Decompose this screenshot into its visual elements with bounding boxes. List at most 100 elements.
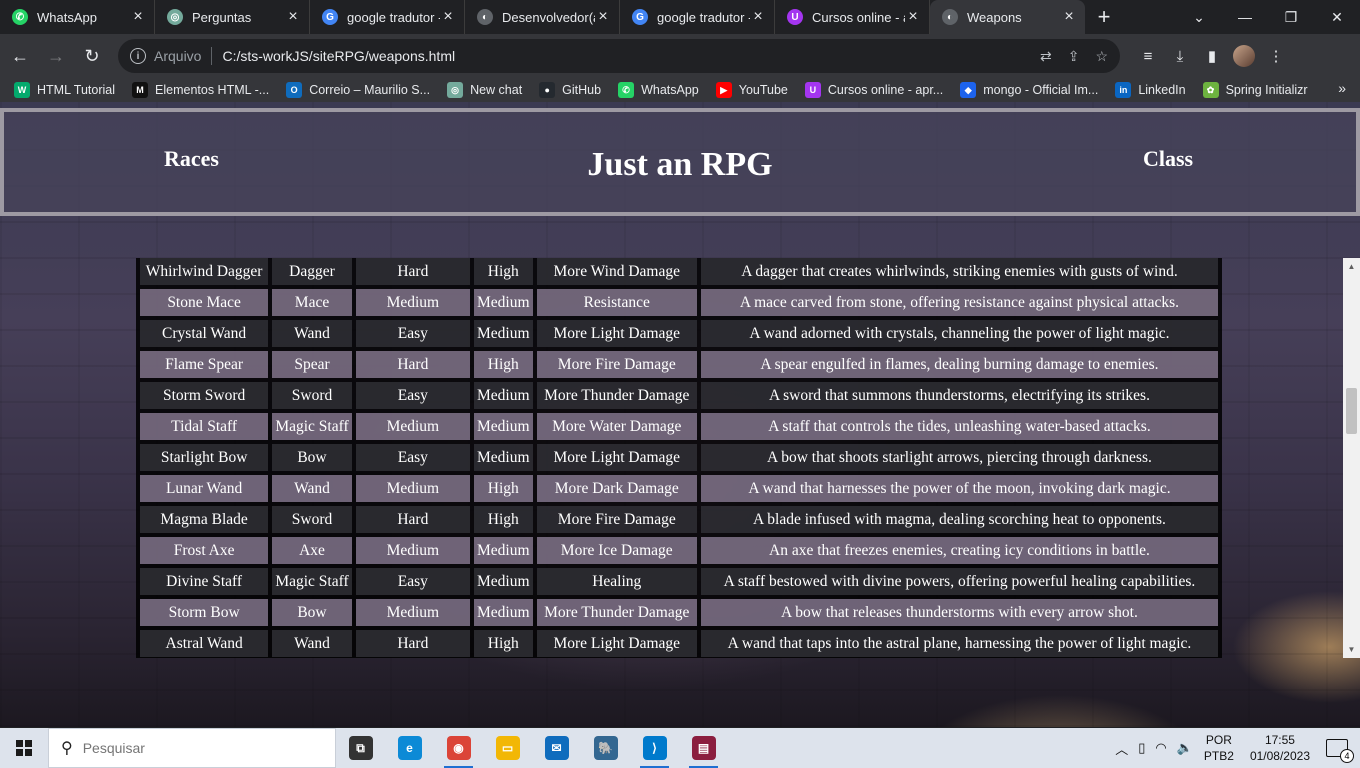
profile-avatar[interactable] bbox=[1233, 45, 1255, 67]
bookmarks-bar: W HTML Tutorial M Elementos HTML -... O Corre… bbox=[0, 78, 1360, 102]
language-code: POR bbox=[1205, 733, 1232, 747]
taskbar-app[interactable]: 🐘 bbox=[581, 728, 630, 768]
scroll-down-icon[interactable]: ▼ bbox=[1343, 641, 1360, 658]
close-tab-icon[interactable]: × bbox=[595, 8, 611, 26]
browser-tab[interactable]: ◐ Weapons × bbox=[930, 0, 1085, 34]
bookmark-item[interactable]: ● GitHub bbox=[539, 82, 601, 98]
bookmark-label: Spring Initializr bbox=[1225, 83, 1308, 97]
close-tab-icon[interactable]: × bbox=[905, 8, 921, 26]
restore-button[interactable]: ❐ bbox=[1268, 0, 1314, 34]
side-panel-icon[interactable]: ▮ bbox=[1196, 40, 1228, 72]
close-window-button[interactable]: ✕ bbox=[1314, 0, 1360, 34]
browser-tab[interactable]: ◎ Perguntas × bbox=[155, 0, 310, 34]
winrar-icon: ▤ bbox=[691, 736, 716, 760]
bookmark-item[interactable]: ▶ YouTube bbox=[715, 82, 788, 98]
back-button[interactable]: ← bbox=[4, 40, 36, 72]
tab-title: WhatsApp bbox=[37, 9, 97, 25]
notification-icon[interactable]: 4 bbox=[1326, 739, 1354, 763]
table-row: Starlight Bow Bow Easy Medium More Light Dam… bbox=[140, 444, 1218, 471]
browser-tab[interactable]: ✆ WhatsApp × bbox=[0, 0, 155, 34]
bookmark-item[interactable]: ✆ WhatsApp bbox=[618, 82, 699, 98]
weapon-description-cell: A sword that summons thunderstorms, elec… bbox=[700, 382, 1218, 409]
bookmark-label: HTML Tutorial bbox=[37, 83, 116, 97]
table-row: Lunar Wand Wand Medium High More Dark Damage… bbox=[140, 475, 1218, 502]
share-icon[interactable]: ⇪ bbox=[1068, 48, 1080, 65]
taskbar-app[interactable]: ▤ bbox=[679, 728, 728, 768]
whatsapp-icon: ✆ bbox=[12, 9, 28, 25]
weapon-effect-cell: More Light Damage bbox=[536, 630, 697, 657]
forward-button[interactable]: → bbox=[40, 40, 72, 72]
close-tab-icon[interactable]: × bbox=[440, 8, 456, 26]
scrollbar-thumb[interactable] bbox=[1346, 388, 1357, 434]
clock[interactable]: 17:55 01/08/2023 bbox=[1250, 732, 1310, 764]
tray-overflow-icon[interactable]: ︿ bbox=[1115, 739, 1128, 758]
weapon-effect-cell: More Dark Damage bbox=[536, 475, 697, 502]
taskbar-app[interactable]: ⟩ bbox=[630, 728, 679, 768]
clock-time: 17:55 bbox=[1264, 733, 1295, 747]
language-indicator[interactable]: POR PTB2 bbox=[1204, 732, 1234, 764]
translate-icon[interactable]: ⇄ bbox=[1040, 48, 1052, 65]
site-info-icon[interactable]: i bbox=[130, 48, 146, 64]
weapon-effect-cell: More Fire Damage bbox=[536, 351, 697, 378]
downloads-icon[interactable]: ⤓ bbox=[1164, 40, 1196, 72]
taskbar-app[interactable]: ▭ bbox=[483, 728, 532, 768]
tab-search-icon[interactable]: ⌄ bbox=[1176, 0, 1222, 34]
tab-list: ✆ WhatsApp × ◎ Perguntas × Ggoogle tradutor - ×… bbox=[0, 0, 1085, 34]
address-url[interactable]: C:/sts-workJS/siteRPG/weapons.html bbox=[222, 48, 1024, 64]
start-button[interactable] bbox=[0, 728, 48, 768]
chevron-right-icon[interactable]: » bbox=[1338, 80, 1346, 96]
taskbar-app[interactable]: ⧉ bbox=[336, 728, 385, 768]
volume-icon[interactable]: 🔈 bbox=[1177, 740, 1193, 756]
device-icon[interactable]: ▯ bbox=[1138, 740, 1145, 756]
bookmark-item[interactable]: U Cursos online - apr... bbox=[804, 82, 943, 98]
weapon-effect-cell: More Water Damage bbox=[536, 413, 697, 440]
reload-button[interactable]: ↻ bbox=[76, 40, 108, 72]
close-tab-icon[interactable]: × bbox=[750, 8, 766, 26]
browser-tab[interactable]: ◐ Desenvolvedor(a) × bbox=[465, 0, 620, 34]
tab-title: google tradutor - bbox=[347, 9, 440, 25]
new-tab-button[interactable]: + bbox=[1085, 0, 1123, 34]
bookmark-item[interactable]: O Correio – Maurilio S... bbox=[286, 82, 430, 98]
page-scrollbar[interactable]: ▲ ▼ bbox=[1343, 258, 1360, 658]
close-tab-icon[interactable]: × bbox=[1061, 8, 1077, 26]
scroll-up-icon[interactable]: ▲ bbox=[1343, 258, 1360, 275]
bookmark-item[interactable]: ◎ New chat bbox=[447, 82, 522, 98]
globe-icon: ◐ bbox=[942, 9, 958, 25]
browser-tab[interactable]: Ggoogle tradutor - × bbox=[310, 0, 465, 34]
menu-kebab-icon[interactable]: ⋮ bbox=[1260, 40, 1292, 72]
weapon-difficulty-cell: Easy bbox=[355, 320, 470, 347]
nav-class-link[interactable]: Class bbox=[1143, 146, 1193, 172]
table-row: Frost Axe Axe Medium Medium More Ice Damage A… bbox=[140, 537, 1218, 564]
bookmark-item[interactable]: in LinkedIn bbox=[1115, 82, 1186, 98]
weapon-damage-cell: Medium bbox=[473, 599, 533, 626]
weapon-effect-cell: More Ice Damage bbox=[536, 537, 697, 564]
bookmark-item[interactable]: M Elementos HTML -... bbox=[132, 82, 269, 98]
taskbar-app[interactable]: e bbox=[385, 728, 434, 768]
reading-list-icon[interactable]: ≡ bbox=[1132, 40, 1164, 72]
bookmark-item[interactable]: ◆ mongo - Official Im... bbox=[960, 82, 1098, 98]
browser-tab[interactable]: U Cursos online - a × bbox=[775, 0, 930, 34]
bookmark-item[interactable]: W HTML Tutorial bbox=[14, 82, 115, 98]
close-tab-icon[interactable]: × bbox=[130, 8, 146, 26]
wifi-icon[interactable]: ◠ bbox=[1155, 740, 1166, 756]
close-tab-icon[interactable]: × bbox=[285, 8, 301, 26]
weapon-damage-cell: High bbox=[473, 258, 533, 285]
keyboard-layout: PTB2 bbox=[1203, 749, 1234, 763]
udemy-icon: U bbox=[787, 9, 803, 25]
weapon-name-cell: Divine Staff bbox=[140, 568, 269, 595]
bookmark-item[interactable]: ✿ Spring Initializr bbox=[1202, 82, 1308, 98]
weapon-effect-cell: More Wind Damage bbox=[536, 258, 697, 285]
tab-strip: ✆ WhatsApp × ◎ Perguntas × Ggoogle tradutor - ×… bbox=[0, 0, 1360, 34]
taskbar-app[interactable]: ◉ bbox=[434, 728, 483, 768]
taskbar-search[interactable]: ⚲ bbox=[48, 728, 336, 768]
taskbar-search-input[interactable] bbox=[82, 740, 263, 756]
address-bar[interactable]: i Arquivo C:/sts-workJS/siteRPG/weapons.… bbox=[118, 39, 1120, 73]
spring-icon: ✿ bbox=[1202, 82, 1219, 98]
minimize-button[interactable]: — bbox=[1222, 0, 1268, 34]
w3schools-icon: W bbox=[14, 82, 30, 98]
browser-tab[interactable]: Ggoogle tradutor - × bbox=[620, 0, 775, 34]
weapon-difficulty-cell: Medium bbox=[355, 599, 470, 626]
taskbar-app[interactable]: ✉ bbox=[532, 728, 581, 768]
bookmark-star-icon[interactable]: ☆ bbox=[1095, 48, 1108, 65]
weapon-description-cell: An axe that freezes enemies, creating ic… bbox=[700, 537, 1218, 564]
